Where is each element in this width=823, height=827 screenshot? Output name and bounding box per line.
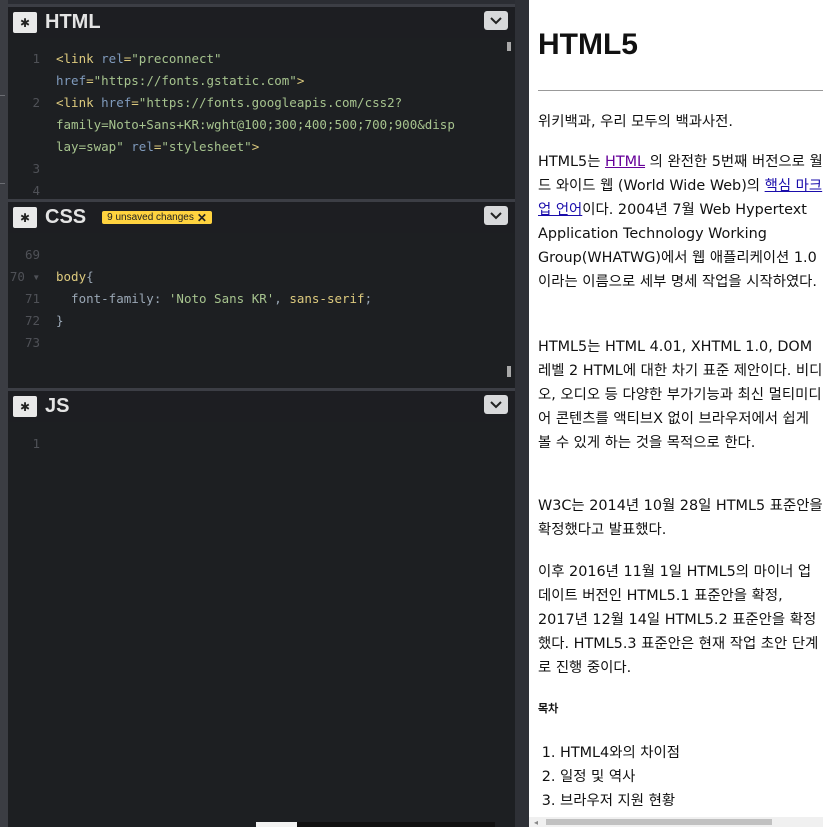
code-text: lay=swap" rel="stylesheet"> bbox=[56, 139, 260, 154]
toc-item[interactable]: 브라우저 지원 현황 bbox=[560, 789, 680, 813]
html-code-area[interactable]: 1 <link rel="preconnect" href="https://fon… bbox=[8, 44, 515, 198]
html-link[interactable]: HTML bbox=[605, 154, 645, 170]
chevron-down-icon bbox=[490, 211, 502, 219]
toc-list: HTML4와의 차이점 일정 및 역사 브라우저 지원 현황 bbox=[560, 741, 680, 813]
close-icon[interactable]: ✕ bbox=[197, 212, 207, 224]
scrollbar-thumb[interactable] bbox=[546, 819, 772, 825]
css-pane-header: ✱ CSS 9 unsaved changes ✕ bbox=[8, 199, 515, 233]
code-text: font-family: 'Noto Sans KR', sans-serif; bbox=[56, 291, 373, 306]
css-code-area[interactable]: 69 70 ▾ body{ 71 font-family: 'Noto Sans KR… bbox=[8, 240, 515, 380]
html-pane-title: HTML bbox=[45, 11, 101, 33]
scrollbar-thumb[interactable] bbox=[256, 822, 297, 827]
paragraph-3: W3C는 2014년 10월 28일 HTML5 표준안을 확정했다고 발표했다… bbox=[538, 498, 823, 538]
js-pane-header: ✱ JS bbox=[8, 388, 515, 422]
preview-horizontal-scrollbar[interactable]: ◂ bbox=[529, 817, 823, 827]
paragraph-4: 이후 2016년 11월 1일 HTML5의 마이너 업데이트 버전인 HTML… bbox=[538, 564, 819, 676]
toc-item[interactable]: HTML4와의 차이점 bbox=[560, 741, 680, 765]
p1-text-start: HTML5는 bbox=[538, 154, 606, 170]
page-title: HTML5 bbox=[538, 28, 638, 61]
unsaved-changes-label: 9 unsaved changes bbox=[107, 212, 194, 223]
code-text: } bbox=[56, 313, 64, 328]
js-code-area[interactable]: 1 bbox=[8, 429, 515, 809]
line-number: 1 bbox=[32, 436, 40, 451]
preview-panel: HTML5 위키백과, 우리 모두의 백과사전. HTML5는 HTML 의 완… bbox=[529, 0, 823, 827]
paragraph-1: HTML5는 HTML 의 완전한 5번째 버전으로 월드 와이드 웹 (Wor… bbox=[538, 150, 823, 294]
tagline: 위키백과, 우리 모두의 백과사전. bbox=[538, 114, 733, 130]
toc-heading: 목차 bbox=[538, 702, 559, 715]
css-scrollbar[interactable] bbox=[507, 366, 511, 377]
code-text: body{ bbox=[56, 269, 94, 284]
code-text: <link rel="preconnect" bbox=[56, 51, 222, 66]
line-number: 71 bbox=[24, 291, 40, 306]
gear-icon[interactable]: ✱ bbox=[13, 12, 37, 33]
html-pane-header: ✱ HTML bbox=[8, 4, 515, 38]
gear-icon[interactable]: ✱ bbox=[13, 207, 37, 228]
line-number: 69 bbox=[24, 247, 40, 262]
pane-resize-divider[interactable] bbox=[515, 0, 529, 827]
title-divider bbox=[538, 90, 823, 91]
html-scrollbar[interactable] bbox=[507, 42, 511, 51]
code-text: href="https://fonts.gstatic.com"> bbox=[56, 73, 305, 88]
line-number: 72 bbox=[24, 313, 40, 328]
js-pane-title: JS bbox=[45, 395, 70, 417]
line-number: 1 bbox=[32, 51, 40, 66]
gear-icon[interactable]: ✱ bbox=[13, 396, 37, 417]
editor-horizontal-scrollbar[interactable] bbox=[256, 822, 495, 827]
line-number: 70 ▾ bbox=[9, 269, 40, 284]
js-collapse-button[interactable] bbox=[484, 395, 508, 414]
unsaved-changes-badge[interactable]: 9 unsaved changes ✕ bbox=[102, 211, 212, 224]
line-number: 2 bbox=[32, 95, 40, 110]
line-number: 3 bbox=[32, 161, 40, 176]
html-collapse-button[interactable] bbox=[484, 11, 508, 30]
toc-item[interactable]: 일정 및 역사 bbox=[560, 765, 680, 789]
chevron-down-icon bbox=[490, 16, 502, 24]
paragraph-2: HTML5는 HTML 4.01, XHTML 1.0, DOM 레벨 2 HT… bbox=[538, 339, 823, 451]
chevron-down-icon bbox=[490, 400, 502, 408]
line-number: 73 bbox=[24, 335, 40, 350]
scroll-left-icon[interactable]: ◂ bbox=[534, 818, 538, 827]
css-pane-title: CSS bbox=[45, 206, 87, 228]
code-text: <link href="https://fonts.googleapis.com… bbox=[56, 95, 403, 110]
code-text: family=Noto+Sans+KR:wght@100;300;400;500… bbox=[56, 117, 455, 132]
left-edge-strip bbox=[0, 0, 8, 827]
css-collapse-button[interactable] bbox=[484, 206, 508, 225]
editor-column: ✱ HTML 1 <link rel="preconnect" href="http… bbox=[8, 4, 515, 827]
